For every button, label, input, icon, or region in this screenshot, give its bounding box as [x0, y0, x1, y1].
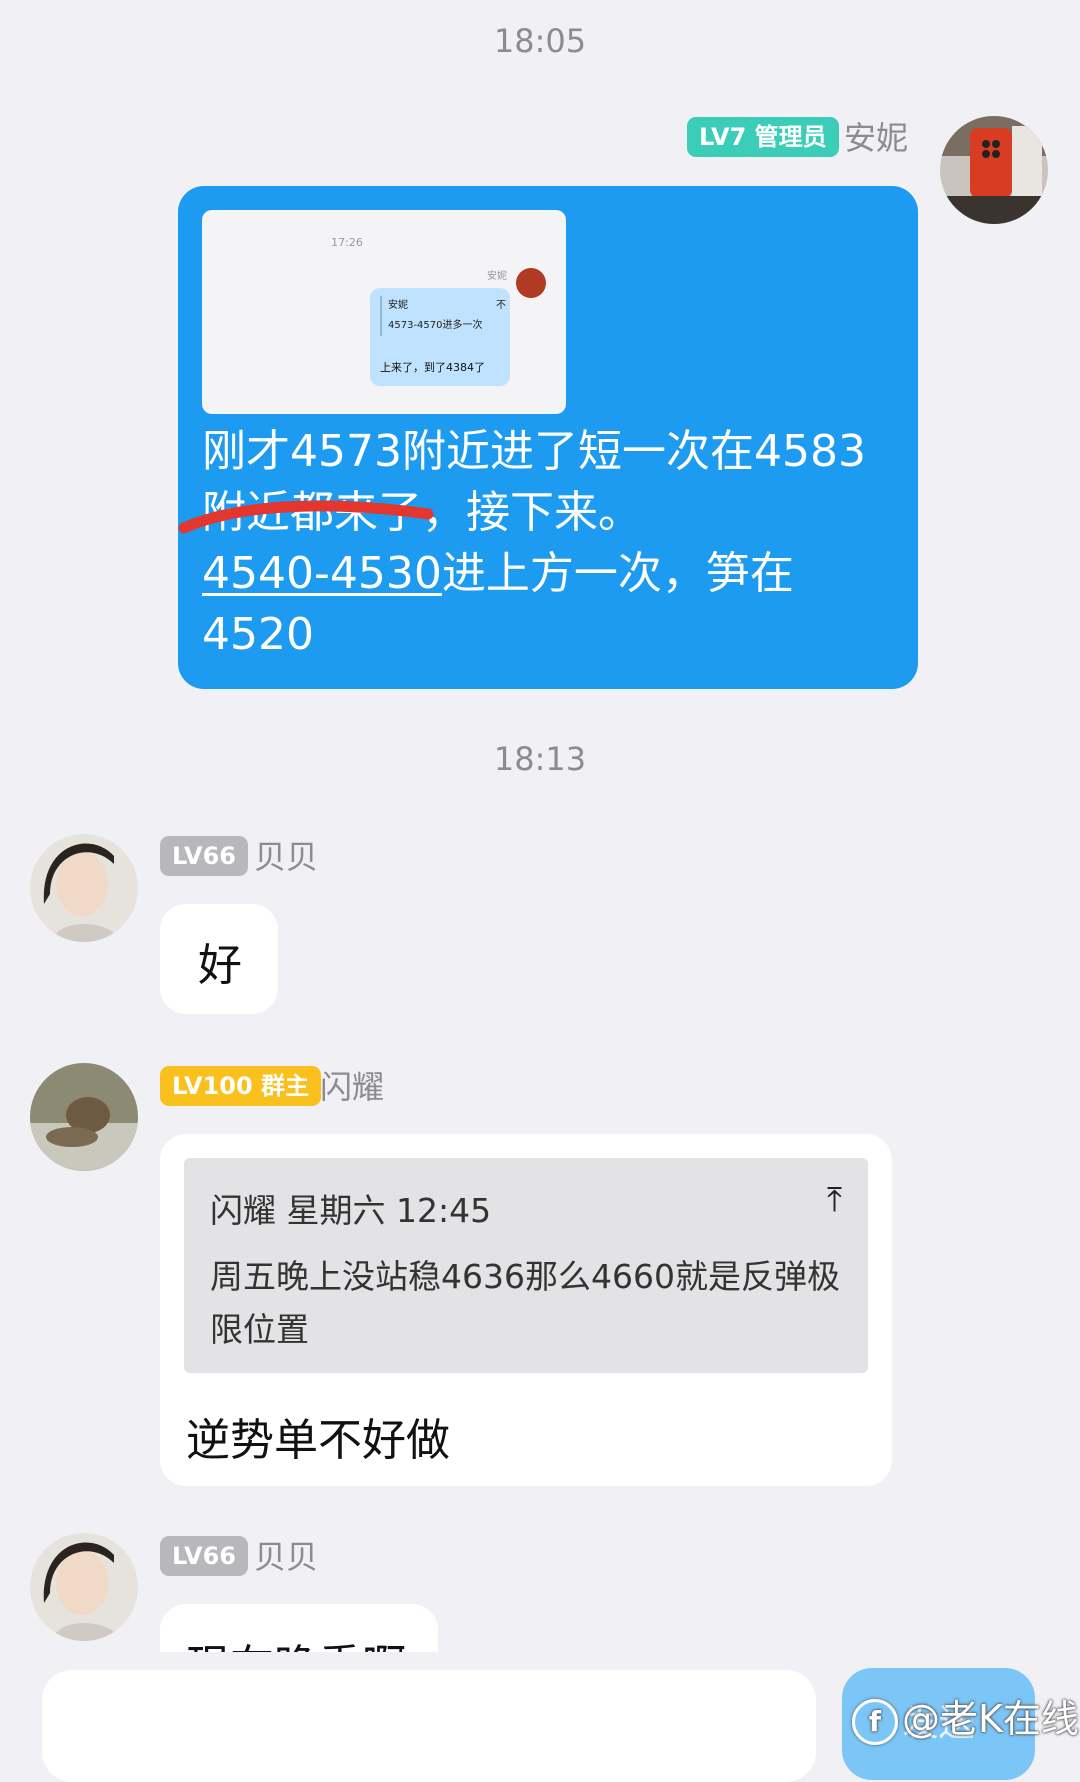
- sender-name: 安妮: [844, 119, 909, 157]
- avatar-photo-icon: [30, 1063, 138, 1171]
- outgoing-message-bubble[interactable]: 17:26 安妮 安妮 不 4573-4570进多一次 上来了，到了4384了 …: [178, 186, 918, 689]
- message-line: 进上方一次，笋在: [441, 548, 794, 599]
- message-input[interactable]: [42, 1670, 816, 1782]
- screenshot-image[interactable]: 17:26 安妮 安妮 不 4573-4570进多一次 上来了，到了4384了: [202, 210, 566, 414]
- timestamp: 18:05: [493, 22, 587, 60]
- screenshot-avatar: [516, 268, 546, 298]
- sender-name: 贝贝: [254, 1538, 319, 1576]
- message-text: 好: [198, 940, 242, 991]
- level-badge: LV66: [160, 836, 248, 876]
- admin-badge: LV7 管理员: [687, 117, 839, 157]
- watermark-logo-icon: f: [852, 1698, 898, 1745]
- quoted-reply-text: 周五晚上没站稳4636那么4660就是反弹极限位置: [210, 1257, 840, 1349]
- watermark-text: @老K在线: [902, 1697, 1079, 1741]
- incoming-message-bubble[interactable]: 好: [160, 904, 278, 1014]
- screenshot-quote-text: 4573-4570进多一次: [388, 320, 483, 331]
- message-line: ，接下来。: [422, 487, 642, 538]
- message-text: 刚才4573附近进了短一次在4583 附近都来了，接下来。 4540-4530进…: [202, 421, 892, 665]
- sender-name: 闪耀: [320, 1068, 385, 1106]
- incoming-message-bubble[interactable]: 闪耀 星期六 12:45 ⤒ 周五晚上没站稳4636那么4660就是反弹极限位置…: [160, 1134, 892, 1486]
- owner-badge: LV100 群主: [160, 1066, 322, 1106]
- underlined-price-range: 4540-4530: [202, 548, 442, 599]
- screenshot-bubble: 安妮 不 4573-4570进多一次 上来了，到了4384了: [370, 288, 510, 386]
- avatar[interactable]: [940, 116, 1048, 224]
- avatar[interactable]: [30, 834, 138, 942]
- avatar[interactable]: [30, 1063, 138, 1171]
- screenshot-quote-arrow: 不: [496, 300, 506, 311]
- watermark: f @老K在线: [852, 1688, 1079, 1745]
- avatar[interactable]: [30, 1533, 138, 1641]
- message-line: 4520: [202, 609, 314, 660]
- screenshot-message: 上来了，到了4384了: [380, 361, 485, 374]
- pin-top-icon[interactable]: ⤒: [827, 1180, 842, 1220]
- screenshot-timestamp: 17:26: [331, 236, 363, 249]
- avatar-photo-icon: [940, 116, 1048, 224]
- avatar-photo-icon: [30, 1533, 138, 1641]
- screenshot-quote: 安妮 不 4573-4570进多一次: [380, 296, 510, 336]
- timestamp: 18:13: [493, 740, 587, 778]
- avatar-photo-icon: [30, 834, 138, 942]
- screenshot-sender-name: 安妮: [487, 271, 507, 282]
- message-text: 逆势单不好做: [186, 1415, 450, 1466]
- red-strike-mark: [178, 500, 434, 534]
- level-badge: LV66: [160, 1536, 248, 1576]
- quoted-reply-header: 闪耀 星期六 12:45: [210, 1191, 492, 1230]
- screenshot-quote-name: 安妮: [388, 300, 408, 311]
- quoted-reply[interactable]: 闪耀 星期六 12:45 ⤒ 周五晚上没站稳4636那么4660就是反弹极限位置: [184, 1158, 868, 1373]
- sender-name: 贝贝: [254, 838, 319, 876]
- message-line: 刚才4573附近进了短一次在4583: [202, 426, 866, 477]
